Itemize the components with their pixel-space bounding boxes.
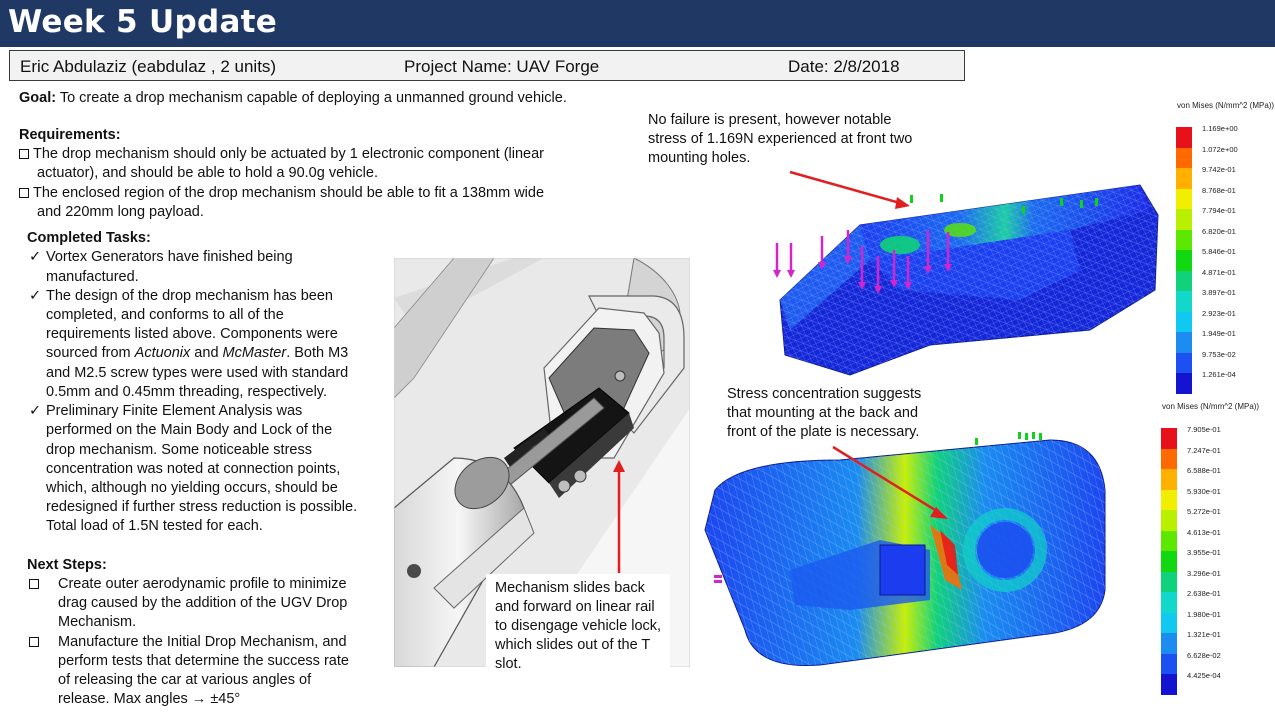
- legend-swatch: [1176, 311, 1192, 332]
- legend-swatch: [1176, 168, 1192, 189]
- legend-value: 8.768e-01: [1202, 185, 1236, 195]
- legend-value: 4.871e-01: [1202, 267, 1236, 277]
- legend-swatch: [1161, 428, 1177, 449]
- legend-value: 9.742e-01: [1202, 165, 1236, 174]
- legend-swatch: [1176, 188, 1192, 209]
- legend-value: 1.980e-01: [1187, 609, 1221, 619]
- legend-value: 6.628e-02: [1187, 650, 1221, 660]
- legend-swatch: [1161, 571, 1177, 592]
- legend-value: 1.169e+00: [1202, 124, 1238, 133]
- legend-swatch: [1176, 147, 1192, 168]
- legend-swatch: [1176, 250, 1192, 271]
- legend-swatch: [1161, 653, 1177, 674]
- legend-title: von Mises (N/mm^2 (MPa)): [1177, 101, 1275, 110]
- legend-swatch: [1161, 510, 1177, 531]
- legend-swatch: [1161, 530, 1177, 551]
- legend-swatch: [1176, 209, 1192, 230]
- legend-value: 1.949e-01: [1202, 329, 1236, 338]
- legend-value: 3.296e-01: [1187, 568, 1221, 578]
- legend-value: 4.613e-01: [1187, 527, 1221, 537]
- legend-value: 9.753e-02: [1202, 349, 1236, 359]
- legend-swatch: [1161, 612, 1177, 633]
- legend-value: 1.321e-01: [1187, 630, 1221, 639]
- legend-swatch: [1176, 373, 1192, 394]
- legend-swatch: [1161, 674, 1177, 695]
- legend-value: 1.261e-04: [1202, 370, 1236, 379]
- annotation-arrows: [613, 170, 948, 573]
- legend-swatch: [1176, 270, 1192, 291]
- legend-swatch: [1161, 448, 1177, 469]
- legend-swatch: [1161, 592, 1177, 613]
- legend-swatch: [1161, 551, 1177, 572]
- arrowhead-icon: [613, 460, 625, 472]
- arrowhead-icon: [895, 197, 910, 209]
- legend-swatch: [1176, 229, 1192, 250]
- legend-swatch: [1161, 469, 1177, 490]
- legend-value: 6.588e-01: [1187, 466, 1221, 475]
- legend-swatch: [1161, 489, 1177, 510]
- legend-value: 2.923e-01: [1202, 308, 1236, 318]
- arrow-icon: [789, 170, 901, 205]
- legend-value: 3.897e-01: [1202, 288, 1236, 297]
- legend-swatch: [1176, 352, 1192, 373]
- legend-value: 6.820e-01: [1202, 226, 1236, 236]
- legend-swatch: [1161, 633, 1177, 654]
- legend-value: 7.905e-01: [1187, 425, 1221, 434]
- legend-swatch: [1176, 332, 1192, 353]
- legend-value: 7.247e-01: [1187, 445, 1221, 455]
- legend-swatch: [1176, 291, 1192, 312]
- legend-value: 5.846e-01: [1202, 247, 1236, 256]
- legend-swatch: [1176, 127, 1192, 148]
- arrow-icon: [832, 445, 941, 515]
- legend-value: 4.425e-04: [1187, 671, 1221, 680]
- legend-value: 7.794e-01: [1202, 206, 1236, 215]
- legend-value: 5.930e-01: [1187, 486, 1221, 496]
- legend-title: von Mises (N/mm^2 (MPa)): [1162, 402, 1260, 411]
- legend-value: 1.072e+00: [1202, 144, 1238, 154]
- legend-value: 2.638e-01: [1187, 589, 1221, 598]
- legend-value: 3.955e-01: [1187, 548, 1221, 557]
- legend-value: 5.272e-01: [1187, 507, 1221, 516]
